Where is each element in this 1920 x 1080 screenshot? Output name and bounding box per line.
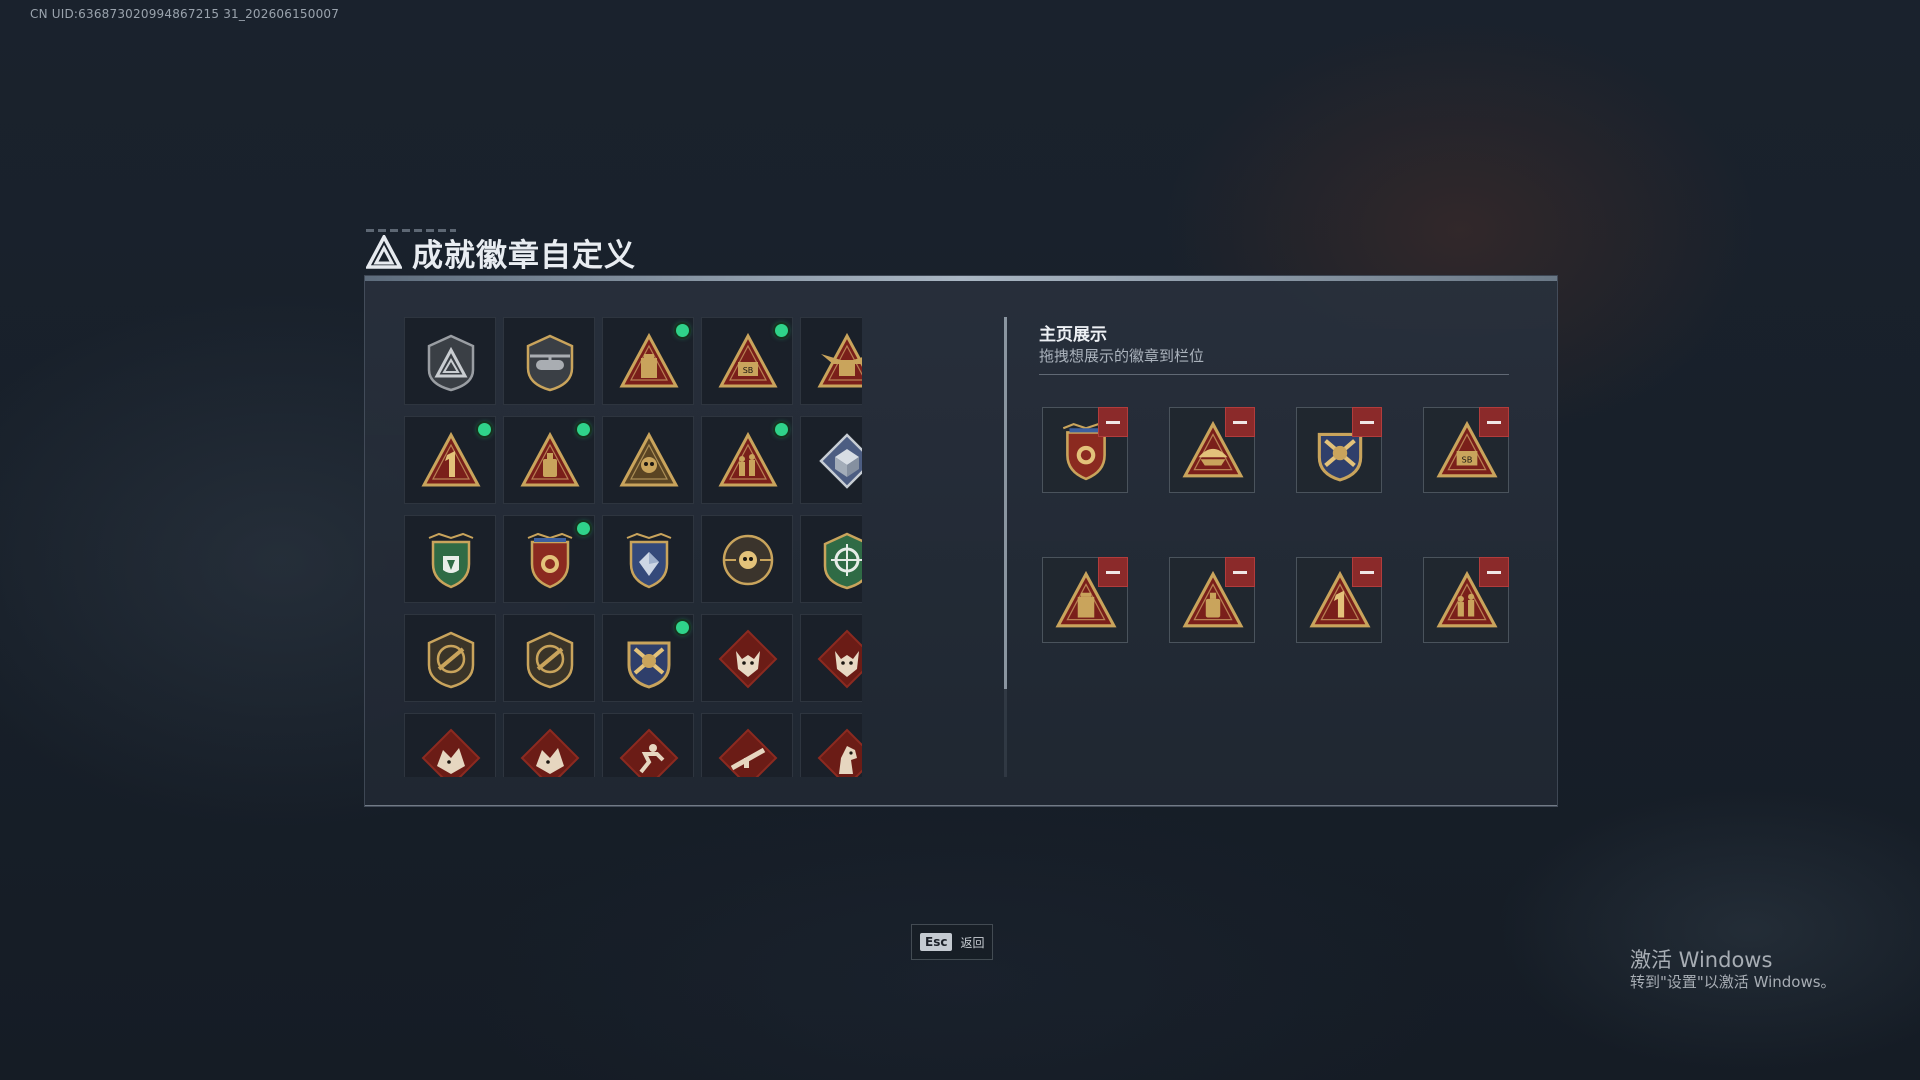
activate-windows-subtitle: 转到"设置"以激活 Windows。 [1630,973,1836,991]
back-button[interactable]: Esc 返回 [911,924,993,960]
rifle-shield-badge-icon [427,631,475,689]
grid-scrollbar-thumb[interactable] [1004,317,1007,689]
badge-cell[interactable] [503,317,595,405]
green-crest-badge-icon [428,532,474,589]
new-badge-indicator [478,423,491,436]
showcase-divider [1039,374,1509,375]
showcase-slot[interactable] [1423,557,1509,643]
panel-top-bar [365,276,1557,281]
minus-icon[interactable] [1352,557,1382,587]
badge-cell[interactable] [800,614,862,702]
showcase-subtitle: 拖拽想展示的徽章到栏位 [1039,347,1205,365]
triangle-emblem-shield-badge-icon [427,334,475,392]
new-badge-indicator [676,324,689,337]
showcase-title: 主页展示 [1039,325,1107,345]
badge-cell[interactable] [404,416,496,504]
badge-cell[interactable]: SB [701,317,793,405]
showcase-slot[interactable] [1169,557,1255,643]
badge-cell[interactable] [701,713,793,777]
panel-bottom-line [365,805,1557,806]
badge-cell[interactable] [701,614,793,702]
badge-cell[interactable] [800,317,862,405]
showcase-slot[interactable] [1296,407,1382,493]
red-crest-stars-badge-icon [527,532,573,589]
badge-customization-panel: SB 主页展示 拖拽想展示的徽章到栏位 SB [364,275,1558,807]
new-badge-indicator [577,423,590,436]
horse-diamond-badge-icon [817,728,862,777]
badge-cell[interactable] [602,416,694,504]
triangle-number-one-badge-icon [421,431,481,487]
badge-cell[interactable] [503,416,595,504]
esc-key-hint: Esc [920,933,953,951]
wolf-diamond-badge-icon [718,629,778,689]
showcase-slot[interactable] [1042,557,1128,643]
minus-icon[interactable] [1352,407,1382,437]
showcase-slot[interactable] [1042,407,1128,493]
badge-cell[interactable] [602,515,694,603]
badge-cell[interactable] [404,713,496,777]
triangle-sb-badge-icon: SB [718,332,778,388]
showcase-slot[interactable]: SB [1423,407,1509,493]
rifle-shield-badge-icon [526,631,574,689]
green-crosshair-shield-badge-icon [823,532,862,590]
dragon-diamond-badge-icon [520,728,580,777]
blue-diamond-cube-badge-icon [819,433,862,489]
badge-cell[interactable] [701,416,793,504]
badge-cell[interactable] [800,515,862,603]
svg-text:SB: SB [1462,454,1473,464]
wolf-diamond-badge-icon [817,629,862,689]
triangle-canister-badge-icon [619,332,679,388]
triangle-sb-winged-badge-icon [817,332,862,388]
runner-diamond-badge-icon [619,728,679,777]
minus-icon[interactable] [1098,407,1128,437]
blue-crystal-crest-badge-icon [626,532,672,589]
triangle-skull-badge-icon [619,431,679,487]
winged-crossed-guns-badge-icon [627,641,671,689]
triangle-bottle-badge-icon [520,431,580,487]
uid-label: CN UID:636873020994867215 31_20260615000… [30,7,340,21]
new-badge-indicator [775,324,788,337]
showcase-slot[interactable] [1296,557,1382,643]
badge-cell[interactable] [800,416,862,504]
minus-icon[interactable] [1225,407,1255,437]
game-logo-icon [366,235,402,269]
badge-cell[interactable] [404,317,496,405]
page-header: 成就徽章自定义 [366,232,636,274]
badge-cell[interactable] [602,713,694,777]
badge-cell[interactable] [800,713,862,777]
new-badge-indicator [577,522,590,535]
page-title: 成就徽章自定义 [412,237,636,274]
badge-cell[interactable] [404,515,496,603]
minus-icon[interactable] [1098,557,1128,587]
showcase-slot[interactable] [1169,407,1255,493]
back-label: 返回 [960,935,985,950]
dragon-diamond-badge-icon [421,728,481,777]
helicopter-shield-badge-icon [526,334,574,392]
badge-cell[interactable] [503,713,595,777]
badge-cell[interactable] [701,515,793,603]
badge-cell[interactable] [503,515,595,603]
badge-grid[interactable]: SB [404,317,862,777]
activate-windows-title: 激活 Windows [1630,948,1773,972]
badge-cell[interactable] [503,614,595,702]
skull-crosshair-badge-icon [722,534,774,586]
badge-cell[interactable] [602,614,694,702]
minus-icon[interactable] [1225,557,1255,587]
badge-cell[interactable] [404,614,496,702]
rifle-diamond-badge-icon [718,728,778,777]
new-badge-indicator [676,621,689,634]
svg-text:SB: SB [743,366,754,375]
badge-cell[interactable] [602,317,694,405]
minus-icon[interactable] [1479,407,1509,437]
minus-icon[interactable] [1479,557,1509,587]
new-badge-indicator [775,423,788,436]
triangle-soldiers-badge-icon [718,431,778,487]
